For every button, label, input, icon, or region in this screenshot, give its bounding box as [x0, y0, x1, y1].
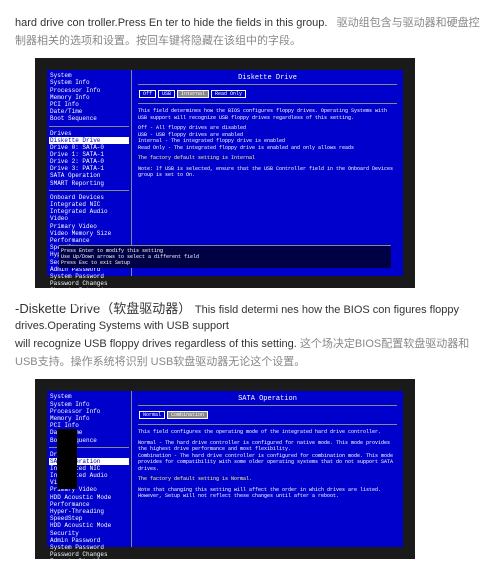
bios2-note: Note that changing this setting will aff…	[138, 487, 397, 500]
menu-item: System	[49, 72, 129, 79]
option-line: Read Only - The integrated floppy drive …	[138, 145, 397, 152]
bios-screenshot-1: SystemSystem InfoProcessor InfoMemory In…	[35, 58, 415, 288]
menu-item: Drives	[49, 130, 129, 137]
menu-item: Chassis Intrusion	[49, 287, 129, 294]
menu-item: Execute Disable	[49, 558, 129, 565]
sb-group: SystemSystem InfoProcessor InfoMemory In…	[49, 72, 129, 122]
menu-item: Date/Time	[49, 108, 129, 115]
bios1-title: Diskette Drive	[138, 72, 397, 85]
bios2-main: SATA Operation NormalCombination This fi…	[132, 391, 403, 547]
option-line: Normal - The hard drive controller is co…	[138, 440, 397, 453]
menu-item: Memory Info	[49, 415, 129, 422]
menu-item: Diskette Drive	[49, 137, 129, 144]
bios1-buttons: OffUSBInternalRead Only	[138, 89, 397, 99]
menu-item: SATA Operation	[49, 172, 129, 179]
p1-en: hard drive con troller.Press En ter to h…	[15, 17, 327, 29]
bios1-footer: Press Enter to modify this setting Use U…	[59, 245, 391, 268]
menu-item: HDD Acoustic Mode	[49, 522, 129, 529]
option-button: Off	[139, 90, 156, 98]
bios2-opts: Normal - The hard drive controller is co…	[138, 440, 397, 473]
menu-item: Security	[49, 530, 129, 537]
menu-item: Video	[49, 215, 129, 222]
menu-item: System Password	[49, 273, 129, 280]
menu-item: Primary Video	[49, 223, 129, 230]
menu-item: System Info	[49, 401, 129, 408]
menu-item: System	[49, 393, 129, 400]
menu-item: Boot Sequence	[49, 115, 129, 122]
menu-item: System Info	[49, 79, 129, 86]
sb-group: DrivesDiskette DriveDrive 0: SATA-0Drive…	[49, 130, 129, 187]
bios2-desc: This field configures the operating mode…	[138, 429, 397, 436]
paragraph-1: hard drive con troller.Press En ter to h…	[15, 15, 485, 50]
menu-item: Onboard Devices	[49, 194, 129, 201]
option-button: USB	[158, 90, 175, 98]
menu-item: Integrated NIC	[49, 201, 129, 208]
bios2-title: SATA Operation	[138, 393, 397, 406]
option-button: Combination	[167, 411, 208, 419]
menu-item: Power Management	[49, 302, 129, 309]
p2-en2: will recognize USB floppy drives regardl…	[15, 338, 297, 350]
menu-item: Admin Password	[49, 537, 129, 544]
menu-item: PCI Info	[49, 101, 129, 108]
menu-item: Performance	[49, 501, 129, 508]
menu-item: PCI Info	[49, 422, 129, 429]
menu-item: Drive 1: SATA-1	[49, 151, 129, 158]
menu-item: SMART Reporting	[49, 180, 129, 187]
menu-item: Performance	[49, 237, 129, 244]
bios1-opts: Off - All floppy drives are disabledUSB …	[138, 125, 397, 151]
menu-item: Hyper-Threading	[49, 508, 129, 515]
menu-item: Drive 0: SATA-0	[49, 144, 129, 151]
option-button: Internal	[177, 90, 209, 98]
menu-item: HDD Acoustic Mode	[49, 494, 129, 501]
option-button: Normal	[139, 411, 165, 419]
menu-item: SpeedStep	[49, 515, 129, 522]
paragraph-2: will recognize USB floppy drives regardl…	[15, 336, 485, 371]
option-button: Read Only	[211, 90, 246, 98]
menu-item: Processor Info	[49, 87, 129, 94]
bios-screenshot-2: SystemSystem InfoProcessor InfoMemory In…	[35, 379, 415, 559]
menu-item: Integrated Audio	[49, 208, 129, 215]
overlay-letter-i	[57, 429, 77, 489]
menu-item: Password Changes	[49, 551, 129, 558]
bios1-note: Note: If USB is selected, ensure that th…	[138, 166, 397, 179]
menu-item: Execute Disable	[49, 294, 129, 301]
menu-item: Memory Info	[49, 94, 129, 101]
bios1-factory: The factory default setting is Internal	[138, 155, 397, 162]
bios2-factory: The factory default setting is Normal.	[138, 476, 397, 483]
option-line: Combination - The hard drive controller …	[138, 453, 397, 473]
menu-item: Password Changes	[49, 280, 129, 287]
menu-item: System Password	[49, 544, 129, 551]
menu-item: Processor Info	[49, 408, 129, 415]
menu-item: Drive 3: PATA-1	[49, 165, 129, 172]
menu-item: Drive 2: PATA-0	[49, 158, 129, 165]
bios2-buttons: NormalCombination	[138, 410, 397, 420]
bios1-desc: This field determines how the BIOS confi…	[138, 108, 397, 121]
menu-item: Video Memory Size	[49, 230, 129, 237]
